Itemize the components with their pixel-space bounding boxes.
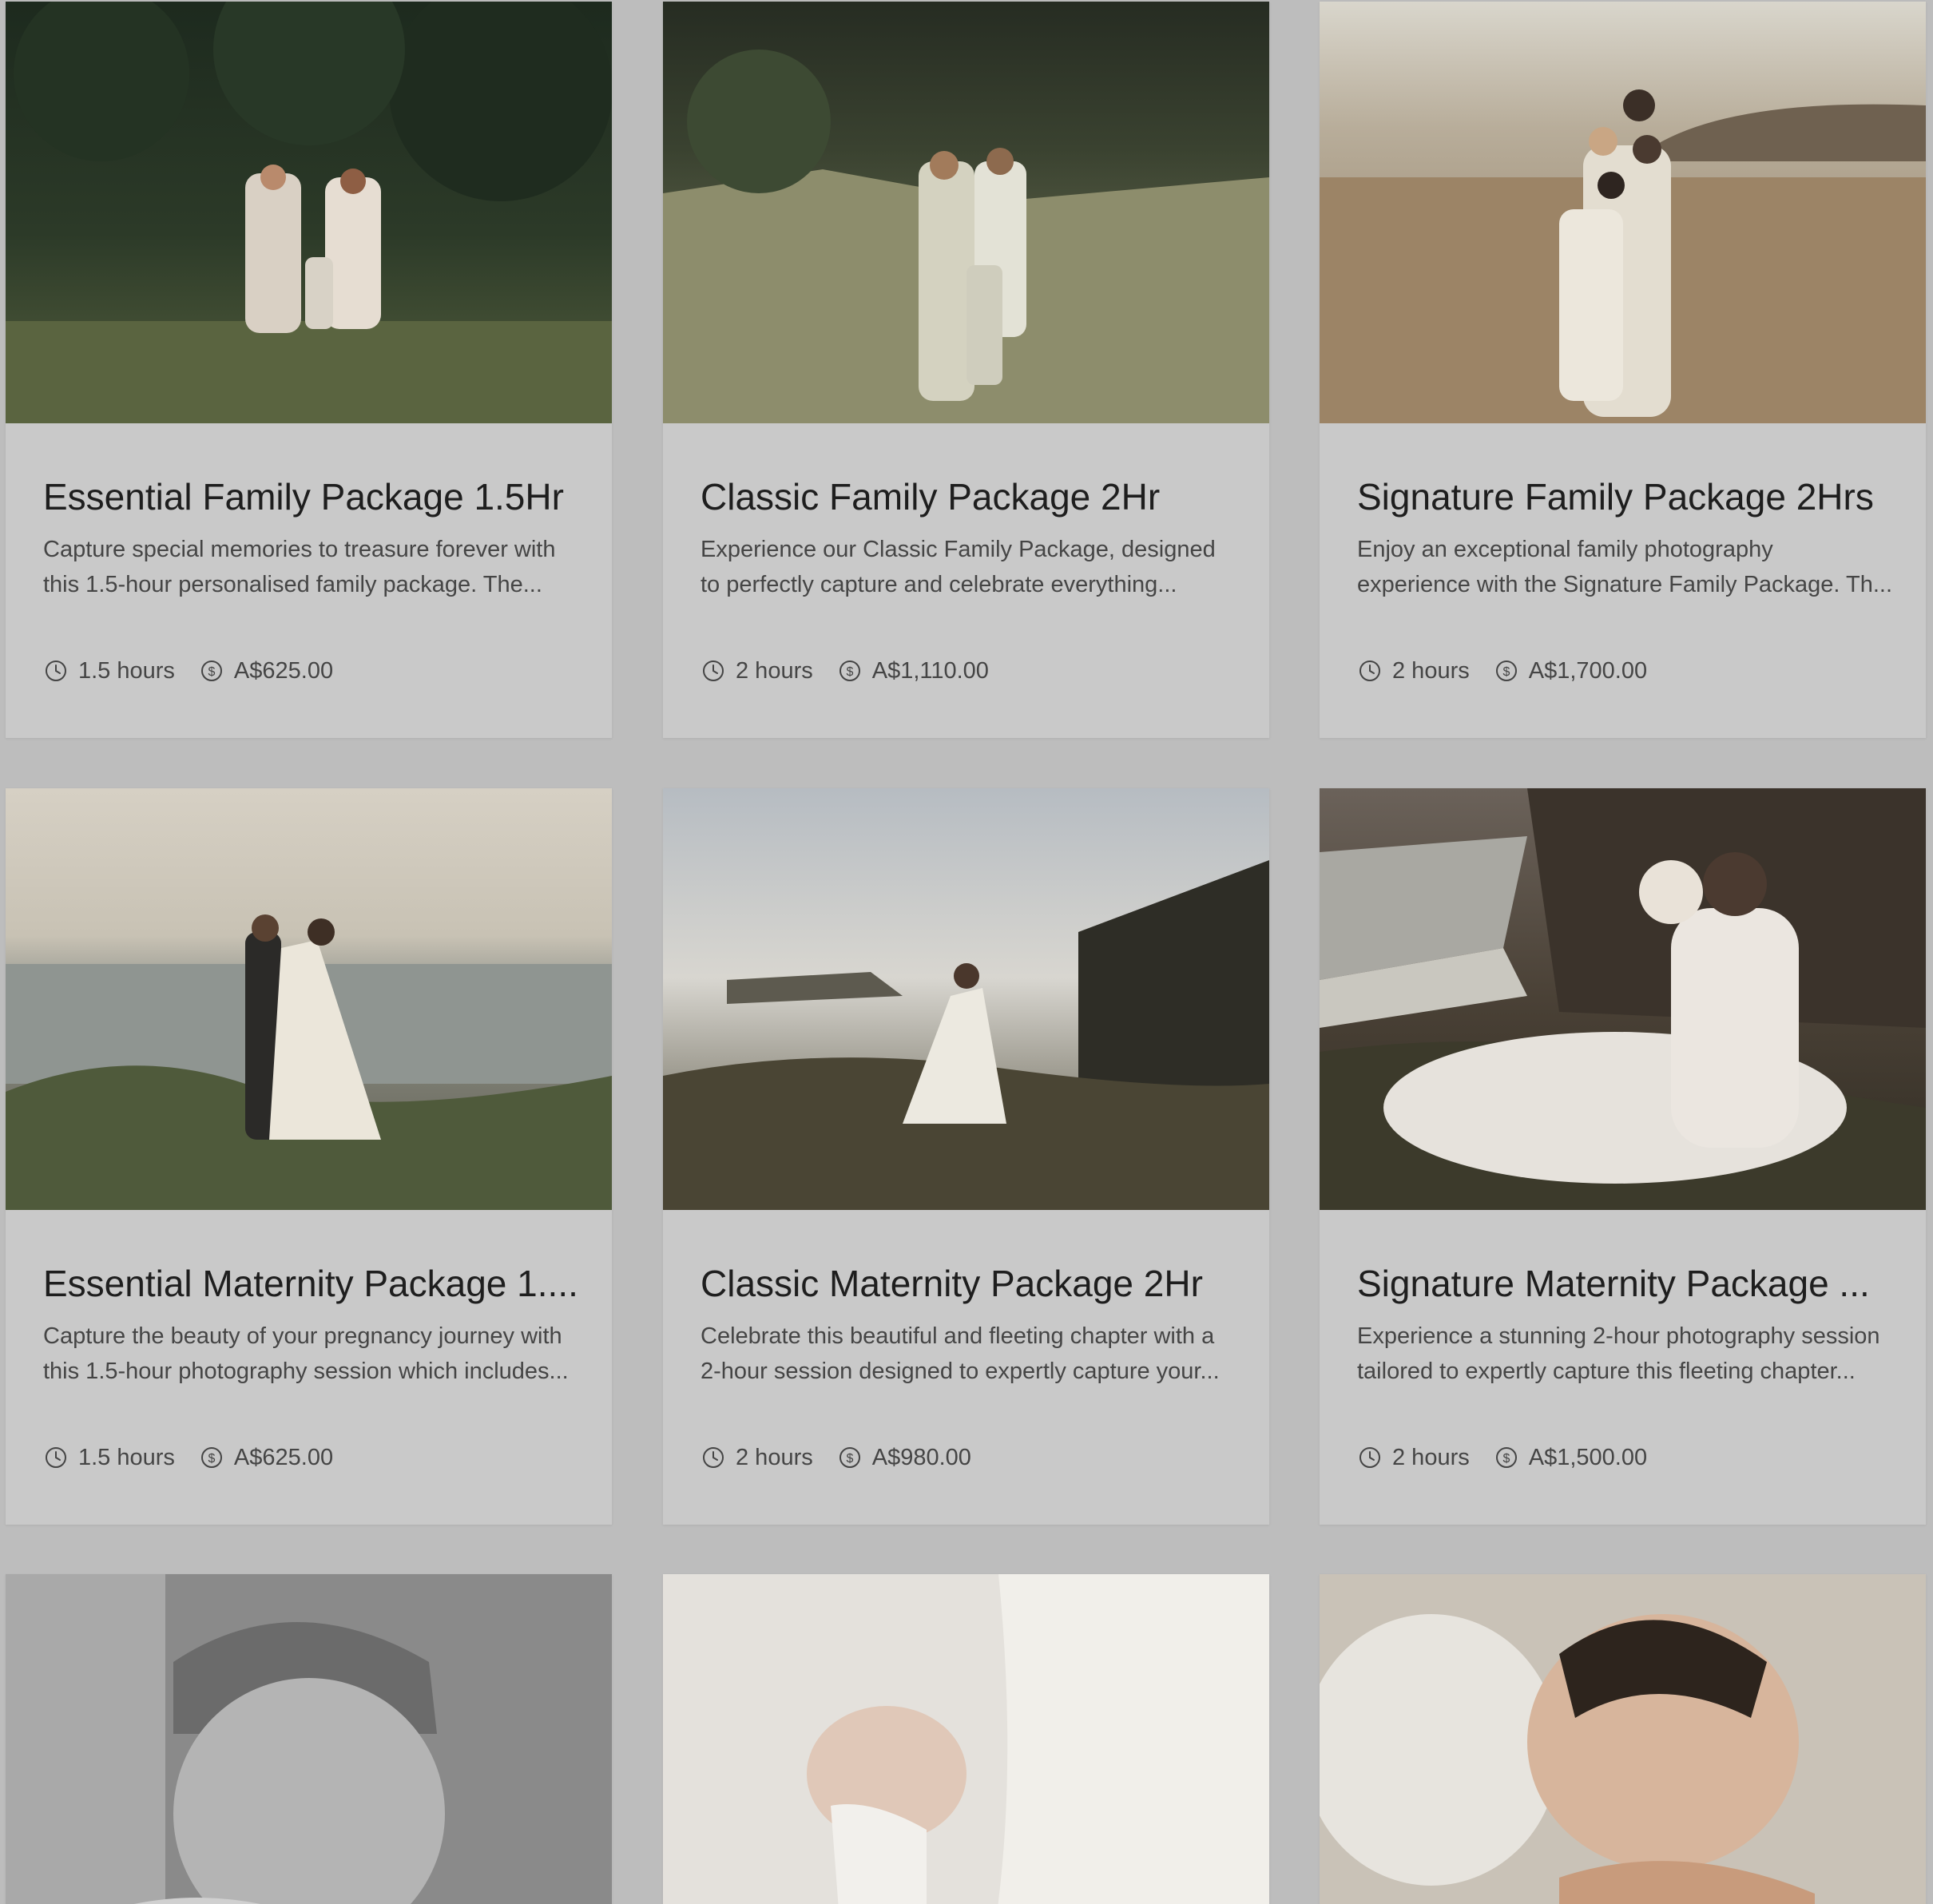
- price-label: A$1,110.00: [871, 657, 989, 684]
- clock-icon: [1359, 660, 1380, 681]
- package-card[interactable]: Signature Family Package 2Hrs Enjoy an e…: [1320, 2, 1926, 738]
- package-description: Experience a stunning 2-hour photography…: [1357, 1323, 1880, 1384]
- package-card[interactable]: Essential Maternity Package 1.... Captur…: [6, 788, 612, 1525]
- duration: 2 hours: [701, 658, 813, 684]
- dollar-circle-icon: $: [200, 660, 222, 681]
- package-meta: 1.5 hours $ A$625.00: [43, 1442, 357, 1474]
- duration: 2 hours: [1357, 1445, 1470, 1471]
- dollar-circle-icon: $: [839, 660, 860, 681]
- price-label: A$980.00: [871, 1444, 971, 1470]
- package-photo[interactable]: [663, 1574, 1269, 1904]
- duration-label: 1.5 hours: [78, 657, 175, 684]
- package-description: Enjoy an exceptional family photography …: [1357, 537, 1893, 597]
- duration: 1.5 hours: [43, 658, 175, 684]
- package-photo[interactable]: [1320, 2, 1926, 423]
- clock-icon: [703, 660, 724, 681]
- package-meta: 2 hours $ A$1,700.00: [1357, 655, 1671, 687]
- dollar-circle-icon: $: [1495, 660, 1517, 681]
- price-label: A$1,700.00: [1528, 657, 1648, 684]
- svg-text:$: $: [846, 1452, 853, 1466]
- package-description: Capture the beauty of your pregnancy jou…: [43, 1323, 569, 1384]
- package-photo[interactable]: [6, 1574, 612, 1904]
- package-photo[interactable]: [6, 788, 612, 1210]
- price-label: A$1,500.00: [1528, 1444, 1648, 1470]
- package-info: Classic Family Package 2Hr Experience ou…: [663, 423, 1269, 738]
- svg-text:$: $: [846, 665, 853, 679]
- package-meta: 1.5 hours $ A$625.00: [43, 655, 357, 687]
- package-title[interactable]: Classic Maternity Package 2Hr: [701, 1261, 1244, 1306]
- svg-text:$: $: [1502, 665, 1510, 679]
- package-description: Celebrate this beautiful and fleeting ch…: [701, 1323, 1220, 1384]
- package-info: Classic Maternity Package 2Hr Celebrate …: [663, 1210, 1269, 1525]
- price: $ A$980.00: [837, 1445, 971, 1471]
- dollar-circle-icon: $: [1495, 1447, 1517, 1468]
- duration: 2 hours: [701, 1445, 813, 1471]
- dollar-circle-icon: $: [839, 1447, 860, 1468]
- package-description: Experience our Classic Family Package, d…: [701, 537, 1216, 597]
- price-label: A$625.00: [233, 1444, 334, 1470]
- package-photo[interactable]: [663, 2, 1269, 423]
- package-meta: 2 hours $ A$1,110.00: [701, 655, 1013, 687]
- duration-label: 1.5 hours: [78, 1444, 175, 1470]
- clock-icon: [46, 660, 66, 681]
- package-title[interactable]: Classic Family Package 2Hr: [701, 474, 1244, 519]
- package-photo[interactable]: [1320, 788, 1926, 1210]
- package-card[interactable]: Classic Family Package 2Hr Experience ou…: [663, 2, 1269, 738]
- package-title[interactable]: Essential Maternity Package 1....: [43, 1261, 586, 1306]
- package-meta: 2 hours $ A$980.00: [701, 1442, 995, 1474]
- package-card[interactable]: Classic Maternity Package 2Hr Celebrate …: [663, 788, 1269, 1525]
- package-title[interactable]: Signature Family Package 2Hrs: [1357, 474, 1900, 519]
- package-grid: Essential Family Package 1.5Hr Capture s…: [0, 0, 1933, 1904]
- svg-text:$: $: [208, 1452, 215, 1466]
- package-info: Signature Family Package 2Hrs Enjoy an e…: [1320, 423, 1926, 738]
- price: $ A$1,500.00: [1494, 1445, 1647, 1471]
- clock-icon: [1359, 1447, 1380, 1468]
- package-card[interactable]: [663, 1574, 1269, 1904]
- package-photo[interactable]: [1320, 1574, 1926, 1904]
- price-label: A$625.00: [233, 657, 334, 684]
- price: $ A$625.00: [199, 658, 333, 684]
- svg-text:$: $: [1502, 1452, 1510, 1466]
- package-photo[interactable]: [663, 788, 1269, 1210]
- package-card[interactable]: Signature Maternity Package ... Experien…: [1320, 788, 1926, 1525]
- package-title[interactable]: Signature Maternity Package ...: [1357, 1261, 1900, 1306]
- price: $ A$1,700.00: [1494, 658, 1647, 684]
- duration-label: 2 hours: [1392, 657, 1470, 684]
- duration-label: 2 hours: [736, 1444, 813, 1470]
- duration: 2 hours: [1357, 658, 1470, 684]
- dollar-circle-icon: $: [200, 1447, 222, 1468]
- price: $ A$1,110.00: [837, 658, 989, 684]
- clock-icon: [703, 1447, 724, 1468]
- package-meta: 2 hours $ A$1,500.00: [1357, 1442, 1671, 1474]
- package-info: Essential Family Package 1.5Hr Capture s…: [6, 423, 612, 738]
- package-description: Capture special memories to treasure for…: [43, 537, 556, 597]
- duration-label: 2 hours: [736, 657, 813, 684]
- package-info: Essential Maternity Package 1.... Captur…: [6, 1210, 612, 1525]
- duration-label: 2 hours: [1392, 1444, 1470, 1470]
- package-card[interactable]: Essential Family Package 1.5Hr Capture s…: [6, 2, 612, 738]
- package-card[interactable]: [6, 1574, 612, 1904]
- price: $ A$625.00: [199, 1445, 333, 1471]
- package-title[interactable]: Essential Family Package 1.5Hr: [43, 474, 586, 519]
- duration: 1.5 hours: [43, 1445, 175, 1471]
- package-photo[interactable]: [6, 2, 612, 423]
- svg-text:$: $: [208, 665, 215, 679]
- package-info: Signature Maternity Package ... Experien…: [1320, 1210, 1926, 1525]
- clock-icon: [46, 1447, 66, 1468]
- package-card[interactable]: [1320, 1574, 1926, 1904]
